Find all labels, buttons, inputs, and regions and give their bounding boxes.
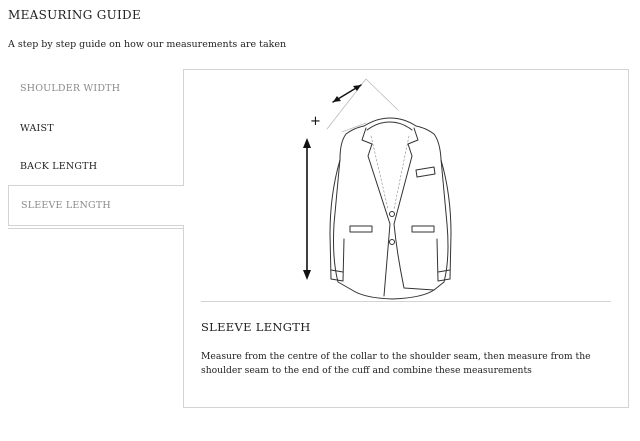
tab-label: WAIST	[20, 122, 54, 134]
panel-heading: SLEEVE LENGTH	[201, 320, 311, 334]
panel-divider	[201, 301, 611, 302]
jacket-sleeve-measure-icon: +	[303, 78, 452, 300]
page-title: MEASURING GUIDE	[8, 8, 142, 22]
tab-back-length[interactable]: BACK LENGTH	[8, 147, 184, 185]
tab-label: BACK LENGTH	[20, 160, 98, 172]
tab-shoulder-width[interactable]: SHOULDER WIDTH	[8, 69, 184, 107]
tab-label: SHOULDER WIDTH	[20, 82, 121, 94]
tab-sleeve-length[interactable]: SLEEVE LENGTH	[8, 185, 184, 226]
tab-waist[interactable]: WAIST	[8, 109, 184, 147]
panel-description: Measure from the centre of the collar to…	[201, 351, 591, 376]
measurement-panel: + SLEEVE LENGTH Measure from the centre …	[183, 69, 629, 408]
tab-label: SLEEVE LENGTH	[21, 200, 111, 211]
page-subtitle: A step by step guide on how our measurem…	[8, 39, 287, 50]
plus-symbol: +	[310, 114, 321, 129]
